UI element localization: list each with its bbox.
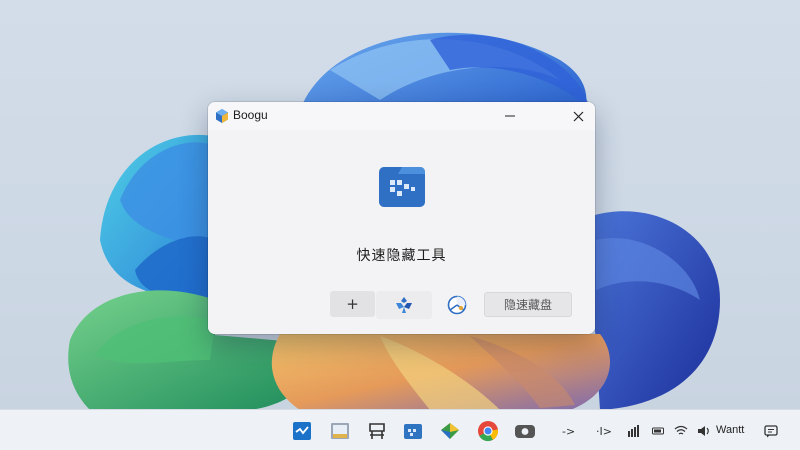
volume-icon bbox=[698, 426, 709, 436]
taskbar-app-snip[interactable] bbox=[291, 420, 313, 442]
chrome-icon bbox=[478, 421, 499, 442]
pie-chart-icon bbox=[447, 295, 467, 315]
taskbar-app-terminal[interactable] bbox=[366, 420, 388, 442]
hide-disk-button[interactable]: 隐速藏盘 bbox=[484, 292, 572, 317]
signal-bars-icon bbox=[628, 425, 639, 437]
notification-icon bbox=[764, 424, 778, 437]
tray-battery[interactable] bbox=[652, 423, 666, 439]
close-button[interactable] bbox=[561, 102, 595, 130]
wifi-icon bbox=[674, 425, 688, 435]
tray-signal[interactable] bbox=[628, 423, 640, 439]
taskbar-app-folder[interactable] bbox=[402, 420, 424, 442]
taskbar-app-store[interactable] bbox=[439, 420, 461, 442]
window-titlebar[interactable]: Boogu bbox=[208, 102, 595, 130]
tray-wifi[interactable] bbox=[674, 423, 688, 439]
app-logo-icon bbox=[379, 167, 425, 207]
snip-tool-icon bbox=[293, 422, 311, 440]
battery-icon bbox=[652, 427, 664, 435]
minimize-button[interactable] bbox=[493, 102, 527, 130]
boogu-window: Boogu 快速隐藏工具 + 隐速藏盘 bbox=[208, 102, 595, 334]
color-wheel-button[interactable] bbox=[446, 294, 468, 316]
image-viewer-icon bbox=[331, 423, 349, 439]
taskbar-app-chrome[interactable] bbox=[477, 420, 499, 442]
app-name-title: 快速隐藏工具 bbox=[356, 248, 447, 264]
add-button[interactable]: + bbox=[330, 291, 375, 317]
window-content: 快速隐藏工具 + 隐速藏盘 bbox=[208, 130, 595, 334]
blue-app-icon bbox=[396, 297, 412, 313]
plus-icon: + bbox=[346, 295, 359, 313]
boogu-app-icon bbox=[216, 109, 228, 123]
minimize-icon bbox=[505, 115, 515, 117]
taskbar-app-viewer[interactable] bbox=[329, 420, 351, 442]
store-icon bbox=[441, 423, 459, 439]
tray-volume[interactable] bbox=[697, 423, 711, 439]
maximize-button[interactable] bbox=[527, 102, 561, 130]
taskbar: -> ·I> bbox=[0, 409, 800, 450]
taskbar-clock[interactable]: Wantt bbox=[716, 424, 744, 436]
app-tile-button[interactable] bbox=[376, 291, 432, 319]
camera-icon bbox=[515, 425, 535, 438]
close-icon bbox=[573, 111, 583, 121]
tray-notification[interactable] bbox=[764, 423, 778, 439]
terminal-icon bbox=[369, 423, 385, 439]
taskbar-app-camera[interactable] bbox=[514, 420, 536, 442]
folder-app-icon bbox=[404, 424, 422, 439]
tray-arrow-pipe[interactable]: ·I> bbox=[596, 423, 612, 439]
window-title: Boogu bbox=[233, 108, 268, 122]
maximize-icon bbox=[539, 111, 549, 121]
tray-arrow-right[interactable]: -> bbox=[562, 423, 575, 439]
